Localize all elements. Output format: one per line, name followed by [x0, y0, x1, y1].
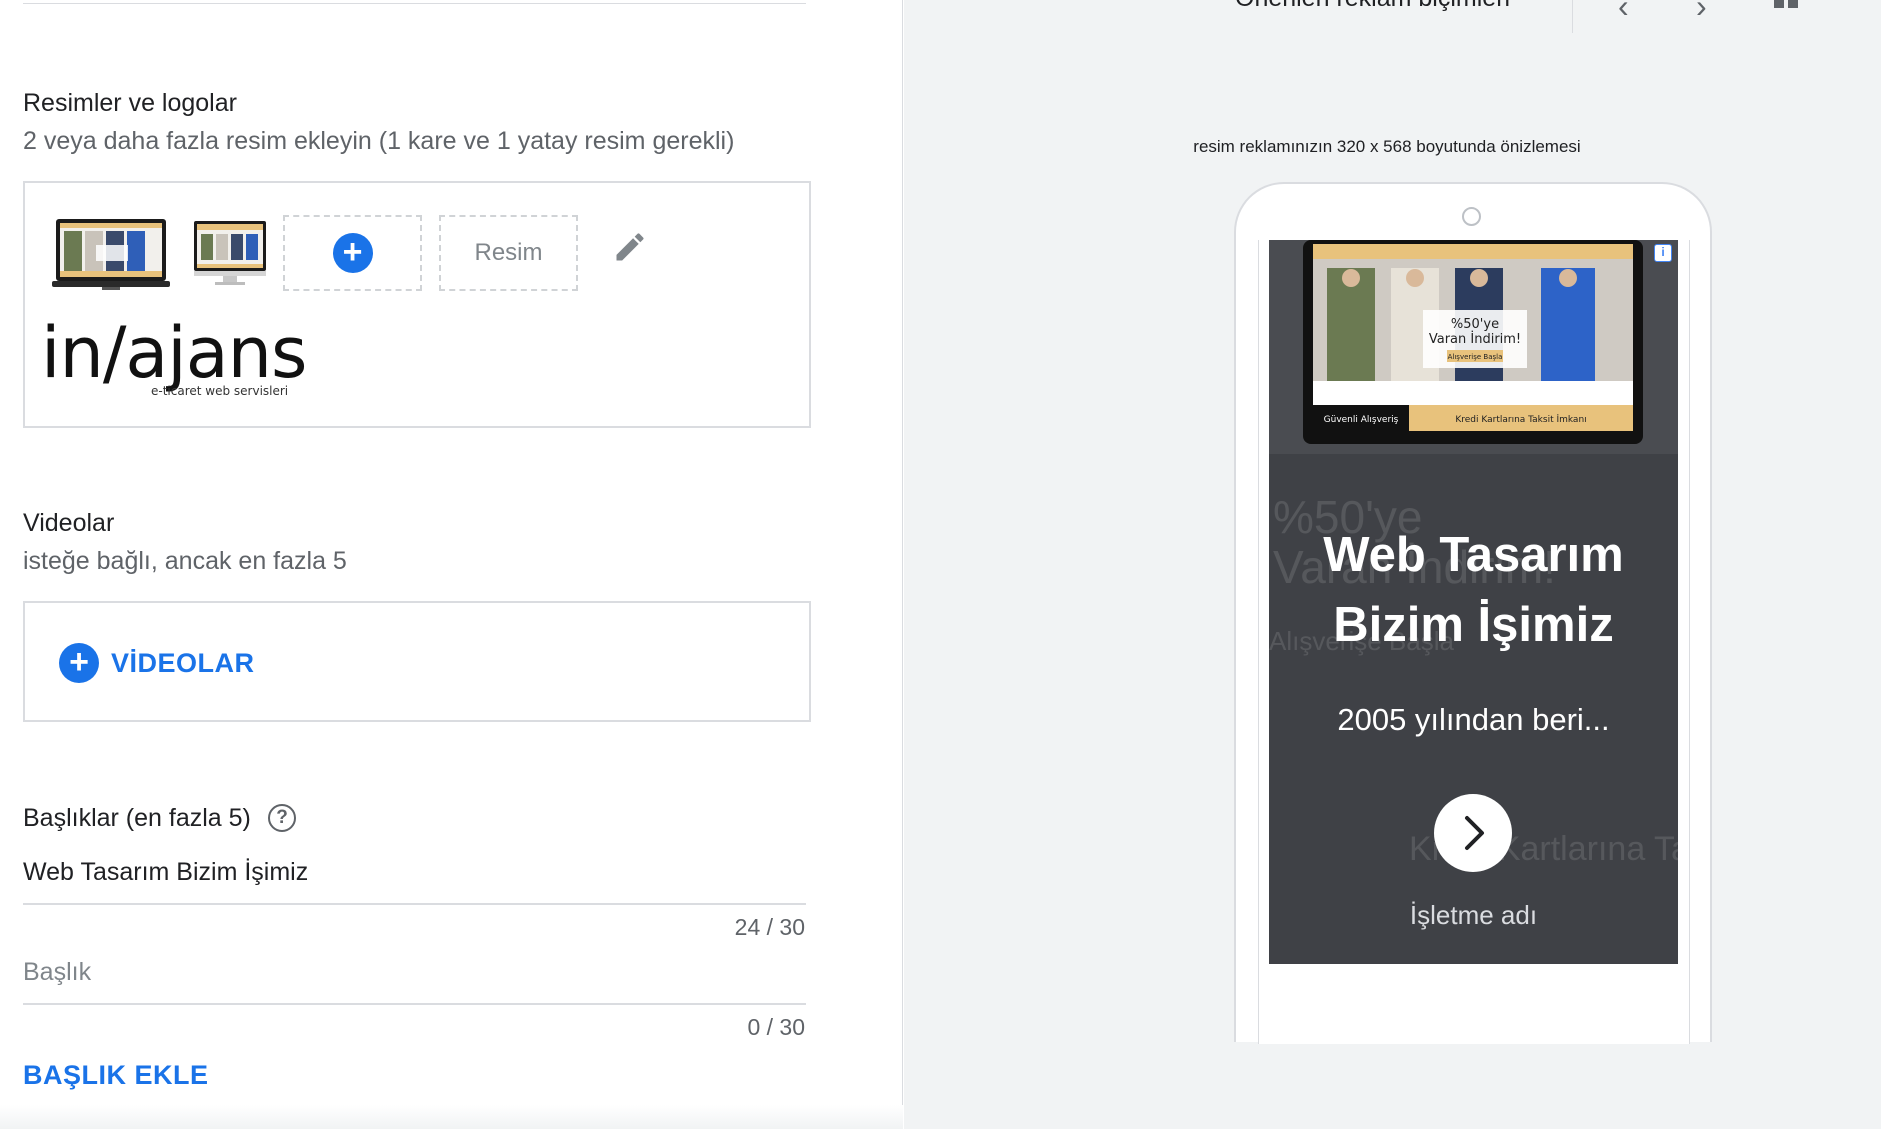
ad-business-name: İşletme adı	[1409, 900, 1538, 930]
image-thumbnail-desktop[interactable]	[193, 220, 267, 286]
headline-1-counter: 24 / 30	[734, 914, 805, 940]
add-headline-button[interactable]: BAŞLIK EKLE	[23, 1060, 209, 1091]
preview-panel: Önerilen reklam biçimleri ‹ › resim rekl…	[904, 0, 1881, 1129]
svg-text:Varan İndirim!: Varan İndirim!	[1429, 331, 1521, 347]
add-video-label: VİDEOLAR	[111, 647, 255, 678]
ad-headline-line2: Bizim İşimiz	[1333, 598, 1614, 652]
chevron-right-icon[interactable]: ›	[1696, 0, 1707, 25]
top-divider	[23, 3, 806, 4]
bottom-fade	[0, 1105, 903, 1129]
chevron-left-icon[interactable]: ‹	[1618, 0, 1629, 25]
preview-caption: resim reklamınızın 320 x 568 boyutunda ö…	[1193, 137, 1581, 156]
phone-mockup: %50'ye Varan İndirim! Alışverişe Başla K…	[1234, 182, 1712, 1044]
images-box: + Resim in/ajans e-ticaret web servisler…	[23, 181, 811, 428]
pencil-icon[interactable]	[612, 229, 648, 265]
headline-field-1[interactable]	[23, 858, 806, 905]
ad-headline: Web Tasarım Bizim İşimiz	[1269, 520, 1678, 660]
images-section-subtitle: 2 veya daha fazla resim ekleyin (1 kare …	[23, 127, 735, 155]
add-circle-icon: +	[332, 233, 373, 273]
grid-icon[interactable]	[1774, 0, 1800, 8]
videos-box: + VİDEOLAR	[23, 601, 811, 722]
phone-screen: %50'ye Varan İndirim! Alışverişe Başla K…	[1258, 240, 1690, 1044]
videos-section-title: Videolar	[23, 509, 115, 537]
ad-description: 2005 yılından beri...	[1337, 702, 1610, 737]
svg-text:%50'ye: %50'ye	[1451, 317, 1499, 332]
svg-text:e-ticaret web servisleri: e-ticaret web servisleri	[151, 384, 288, 395]
ad-cta-button[interactable]	[1434, 794, 1512, 872]
image-slot-empty[interactable]: Resim	[439, 215, 578, 291]
add-image-button[interactable]: +	[283, 215, 422, 291]
svg-text:Kredi Kartlarına Taksit İmkanı: Kredi Kartlarına Taksit İmkanı	[1455, 414, 1586, 425]
brand-logo[interactable]: in/ajans e-ticaret web servisleri	[41, 315, 361, 395]
svg-text:Alışverişe Başla: Alışverişe Başla	[1448, 353, 1503, 361]
svg-text:Güvenli Alışveriş: Güvenli Alışveriş	[1324, 415, 1399, 425]
chevron-right-circle-icon	[1465, 816, 1484, 850]
preview-header-title: Önerilen reklam biçimleri	[1235, 0, 1510, 13]
image-thumbnail-landscape[interactable]	[52, 217, 170, 291]
header-separator	[1572, 0, 1573, 33]
ad-editor-panel: Resimler ve logolar 2 veya daha fazla re…	[0, 0, 903, 1129]
ad-product-image: %50'ye Varan İndirim! Alışverişe Başla G…	[1269, 240, 1678, 454]
add-video-button[interactable]: + VİDEOLAR	[59, 643, 255, 683]
ad-preview[interactable]: %50'ye Varan İndirim! Alışverişe Başla K…	[1269, 240, 1678, 964]
ad-info-icon[interactable]: i	[1654, 244, 1672, 262]
help-circle-icon[interactable]: ?	[268, 804, 296, 832]
headline-field-2[interactable]	[23, 958, 806, 1005]
svg-text:in/ajans: in/ajans	[41, 315, 306, 394]
add-circle-icon: +	[59, 643, 99, 683]
headlines-section-title: Başlıklar (en fazla 5)	[23, 804, 251, 832]
camera-dot-icon	[1462, 207, 1481, 226]
ad-headline-line1: Web Tasarım	[1323, 528, 1624, 582]
images-section-title: Resimler ve logolar	[23, 89, 237, 117]
videos-section-subtitle: isteğe bağlı, ancak en fazla 5	[23, 547, 347, 575]
headline-2-counter: 0 / 30	[747, 1014, 805, 1040]
